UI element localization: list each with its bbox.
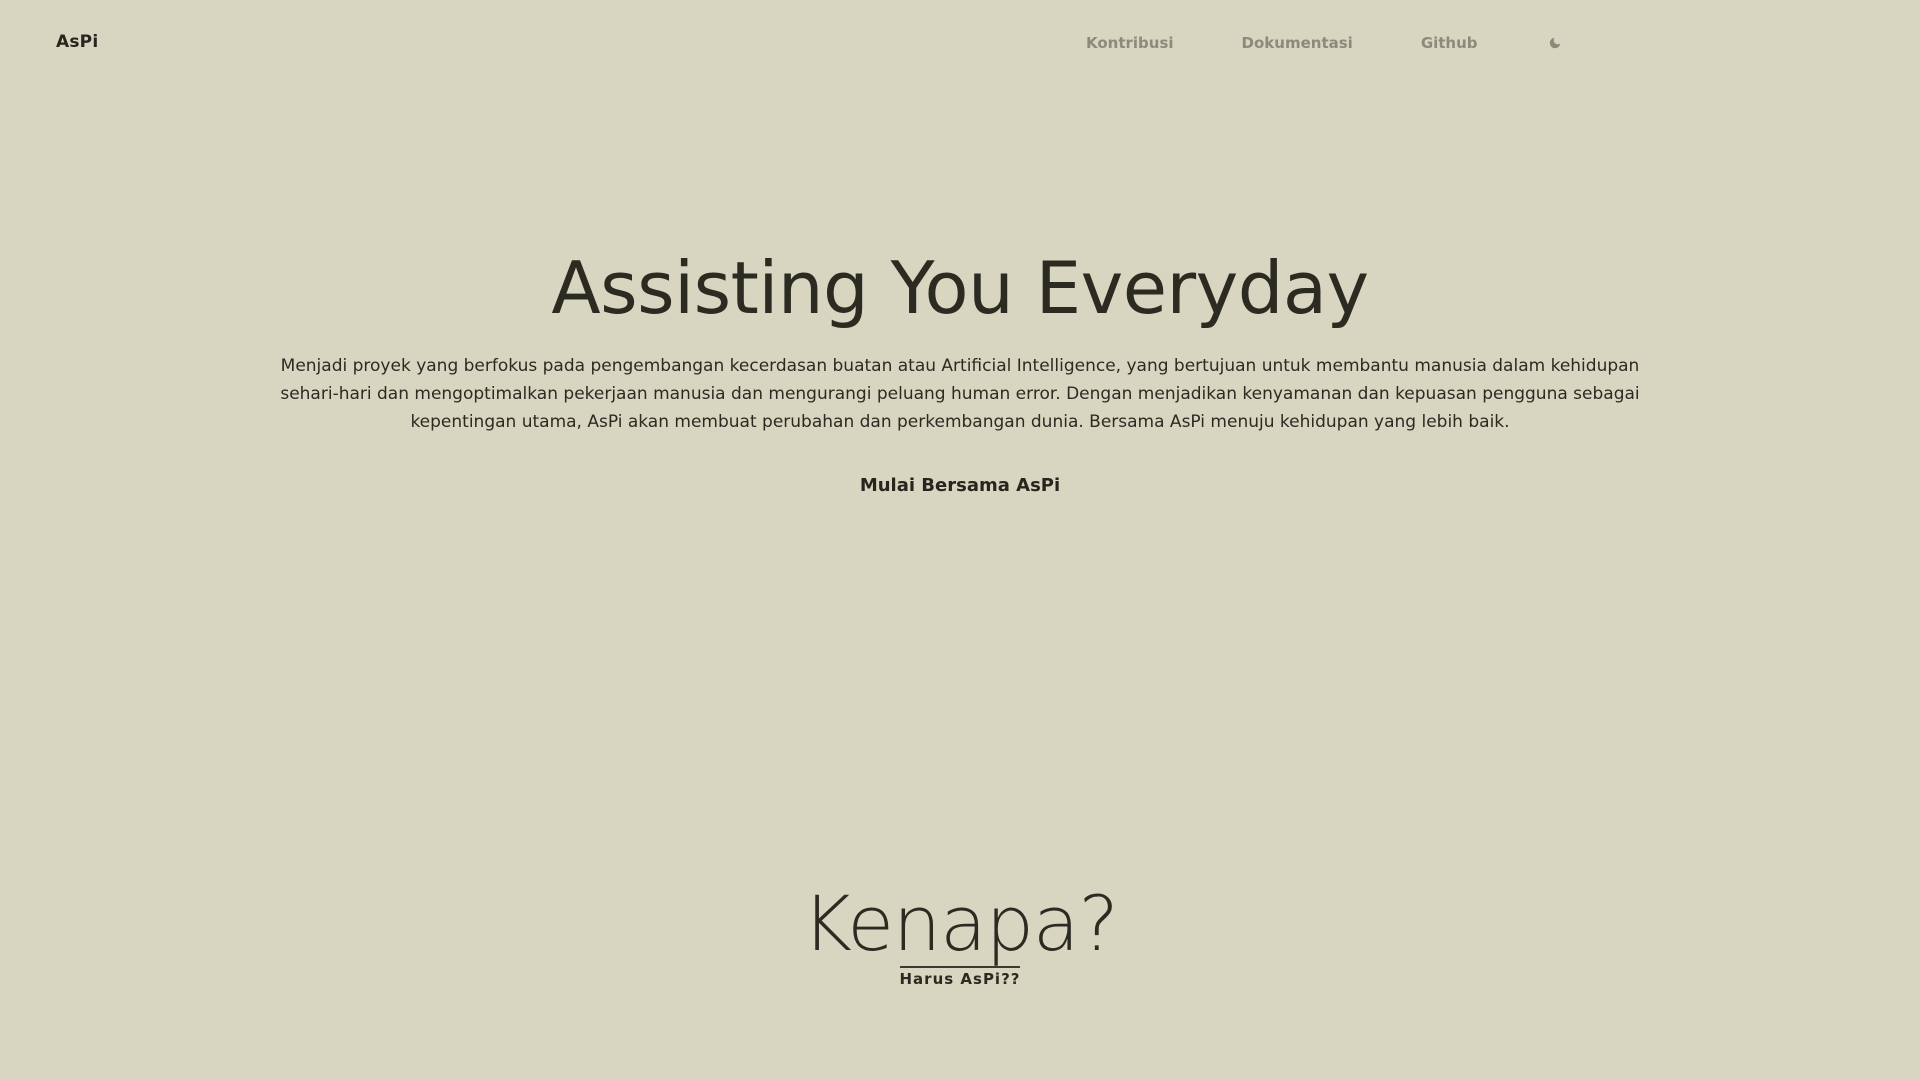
nav-link-dokumentasi[interactable]: Dokumentasi [1242, 34, 1353, 52]
brand-logo[interactable]: AsPi [56, 32, 98, 52]
nav-link-github[interactable]: Github [1421, 34, 1478, 52]
nav-link-kontribusi[interactable]: Kontribusi [1086, 34, 1174, 52]
nav-links: Kontribusi Dokumentasi Github [1086, 34, 1564, 52]
moon-icon [1549, 37, 1560, 49]
hero-title: Assisting You Everyday [551, 246, 1369, 330]
hero-description: Menjadi proyek yang berfokus pada pengem… [280, 356, 1640, 432]
why-title: Kenapa? [802, 879, 1119, 968]
hero-cta-wrap: Mulai Bersama AsPi [0, 475, 1920, 496]
page: AsPi Kontribusi Dokumentasi Github Assis… [0, 0, 1920, 1080]
start-with-aspi-link[interactable]: Mulai Bersama AsPi [860, 475, 1060, 496]
why-subtitle: Harus AsPi?? [899, 966, 1021, 988]
why-subtitle-wrap: Harus AsPi?? [0, 966, 1920, 988]
theme-toggle-button[interactable] [1546, 34, 1564, 52]
